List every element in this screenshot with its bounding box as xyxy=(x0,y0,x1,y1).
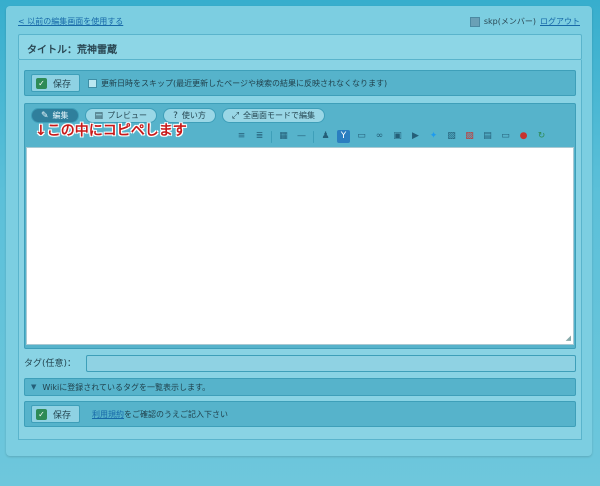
expand-triangle-icon: ▼ xyxy=(31,383,37,391)
bottom-save-button[interactable]: ✓ 保存 xyxy=(31,405,81,423)
back-to-old-editor-link[interactable]: < 以前の編集画面を使用する xyxy=(18,16,123,27)
tab-fullscreen[interactable]: ⤢ 全画面モードで編集 xyxy=(221,108,326,123)
save-button[interactable]: ✓ 保存 xyxy=(31,74,81,92)
tag-row: タグ(任意)： xyxy=(24,356,76,369)
stamp-icon[interactable]: ♟ xyxy=(319,130,332,143)
user-avatar-icon xyxy=(469,16,480,27)
amazon-icon[interactable]: Y xyxy=(337,130,350,143)
refresh-icon[interactable]: ↻ xyxy=(535,130,548,143)
logout-link[interactable]: ログアウト xyxy=(540,16,580,27)
check-icon: ✓ xyxy=(36,77,47,89)
link-icon[interactable]: ∞ xyxy=(373,130,386,143)
toolbar-separator xyxy=(313,130,314,143)
embed-icon[interactable]: ▧ xyxy=(445,130,458,143)
skip-timestamp-option[interactable]: 更新日時をスキップ(最近更新したページや検索の結果に反映されなくなります) xyxy=(88,78,387,89)
photo-icon[interactable]: ▭ xyxy=(499,130,512,143)
image-icon[interactable]: ▣ xyxy=(391,130,404,143)
tag-label: タグ(任意)： xyxy=(24,359,77,369)
skip-checkbox[interactable] xyxy=(88,78,98,88)
terms-note: 利用規約をご確認のうえご記入下さい xyxy=(92,409,229,419)
edit-icon: ✎ xyxy=(41,110,49,121)
page-title: タイトル：荒神雷蔵 xyxy=(18,34,582,60)
wiki-tag-list-toggle[interactable]: ▼ Wikiに登録されているタグを一覧表示します。 xyxy=(24,378,576,396)
twitter-icon[interactable]: ✦ xyxy=(427,130,440,143)
editor-toolbar: ≡ ≣ ▦ — ♟ Y ▭ ∞ ▣ ▶ ✦ ▧ ▨ ▤ ▭ ● ↻ xyxy=(235,130,548,143)
toolbar-separator xyxy=(271,130,272,143)
comment-icon[interactable]: ▭ xyxy=(355,130,368,143)
terms-link[interactable]: 利用規約 xyxy=(92,410,124,419)
align-right-icon[interactable]: ≣ xyxy=(253,130,266,143)
user-label: skp(メンバー) xyxy=(483,17,536,26)
wiki-text-editor[interactable]: ◢ xyxy=(26,147,574,345)
fullscreen-icon: ⤢ xyxy=(231,110,240,121)
movie-icon[interactable]: ▶ xyxy=(409,130,422,143)
table-icon[interactable]: ▦ xyxy=(277,130,290,143)
paste-here-annotation: ↓この中にコピペします xyxy=(35,123,187,139)
resize-handle-icon[interactable]: ◢ xyxy=(566,334,571,342)
editor-area: ✎ 編集 ▤ プレビュー ? 使い方 ⤢ 全画面モードで編集 ↓この中にコピペし… xyxy=(24,103,576,349)
pin-icon[interactable]: ● xyxy=(517,130,530,143)
tag-input[interactable] xyxy=(86,355,576,372)
top-save-bar: ✓ 保存 更新日時をスキップ(最近更新したページや検索の結果に反映されなくなりま… xyxy=(24,70,576,96)
align-left-icon[interactable]: ≡ xyxy=(235,130,248,143)
help-icon: ? xyxy=(173,110,178,121)
mixi-icon[interactable]: ▨ xyxy=(463,130,476,143)
bottom-save-bar: ✓ 保存 利用規約をご確認のうえご記入下さい xyxy=(24,401,576,427)
check-icon: ✓ xyxy=(36,408,47,420)
hr-icon[interactable]: — xyxy=(295,130,308,143)
calendar-icon[interactable]: ▤ xyxy=(481,130,494,143)
user-area: skp(メンバー) ログアウト xyxy=(469,16,580,27)
preview-icon: ▤ xyxy=(94,110,104,121)
